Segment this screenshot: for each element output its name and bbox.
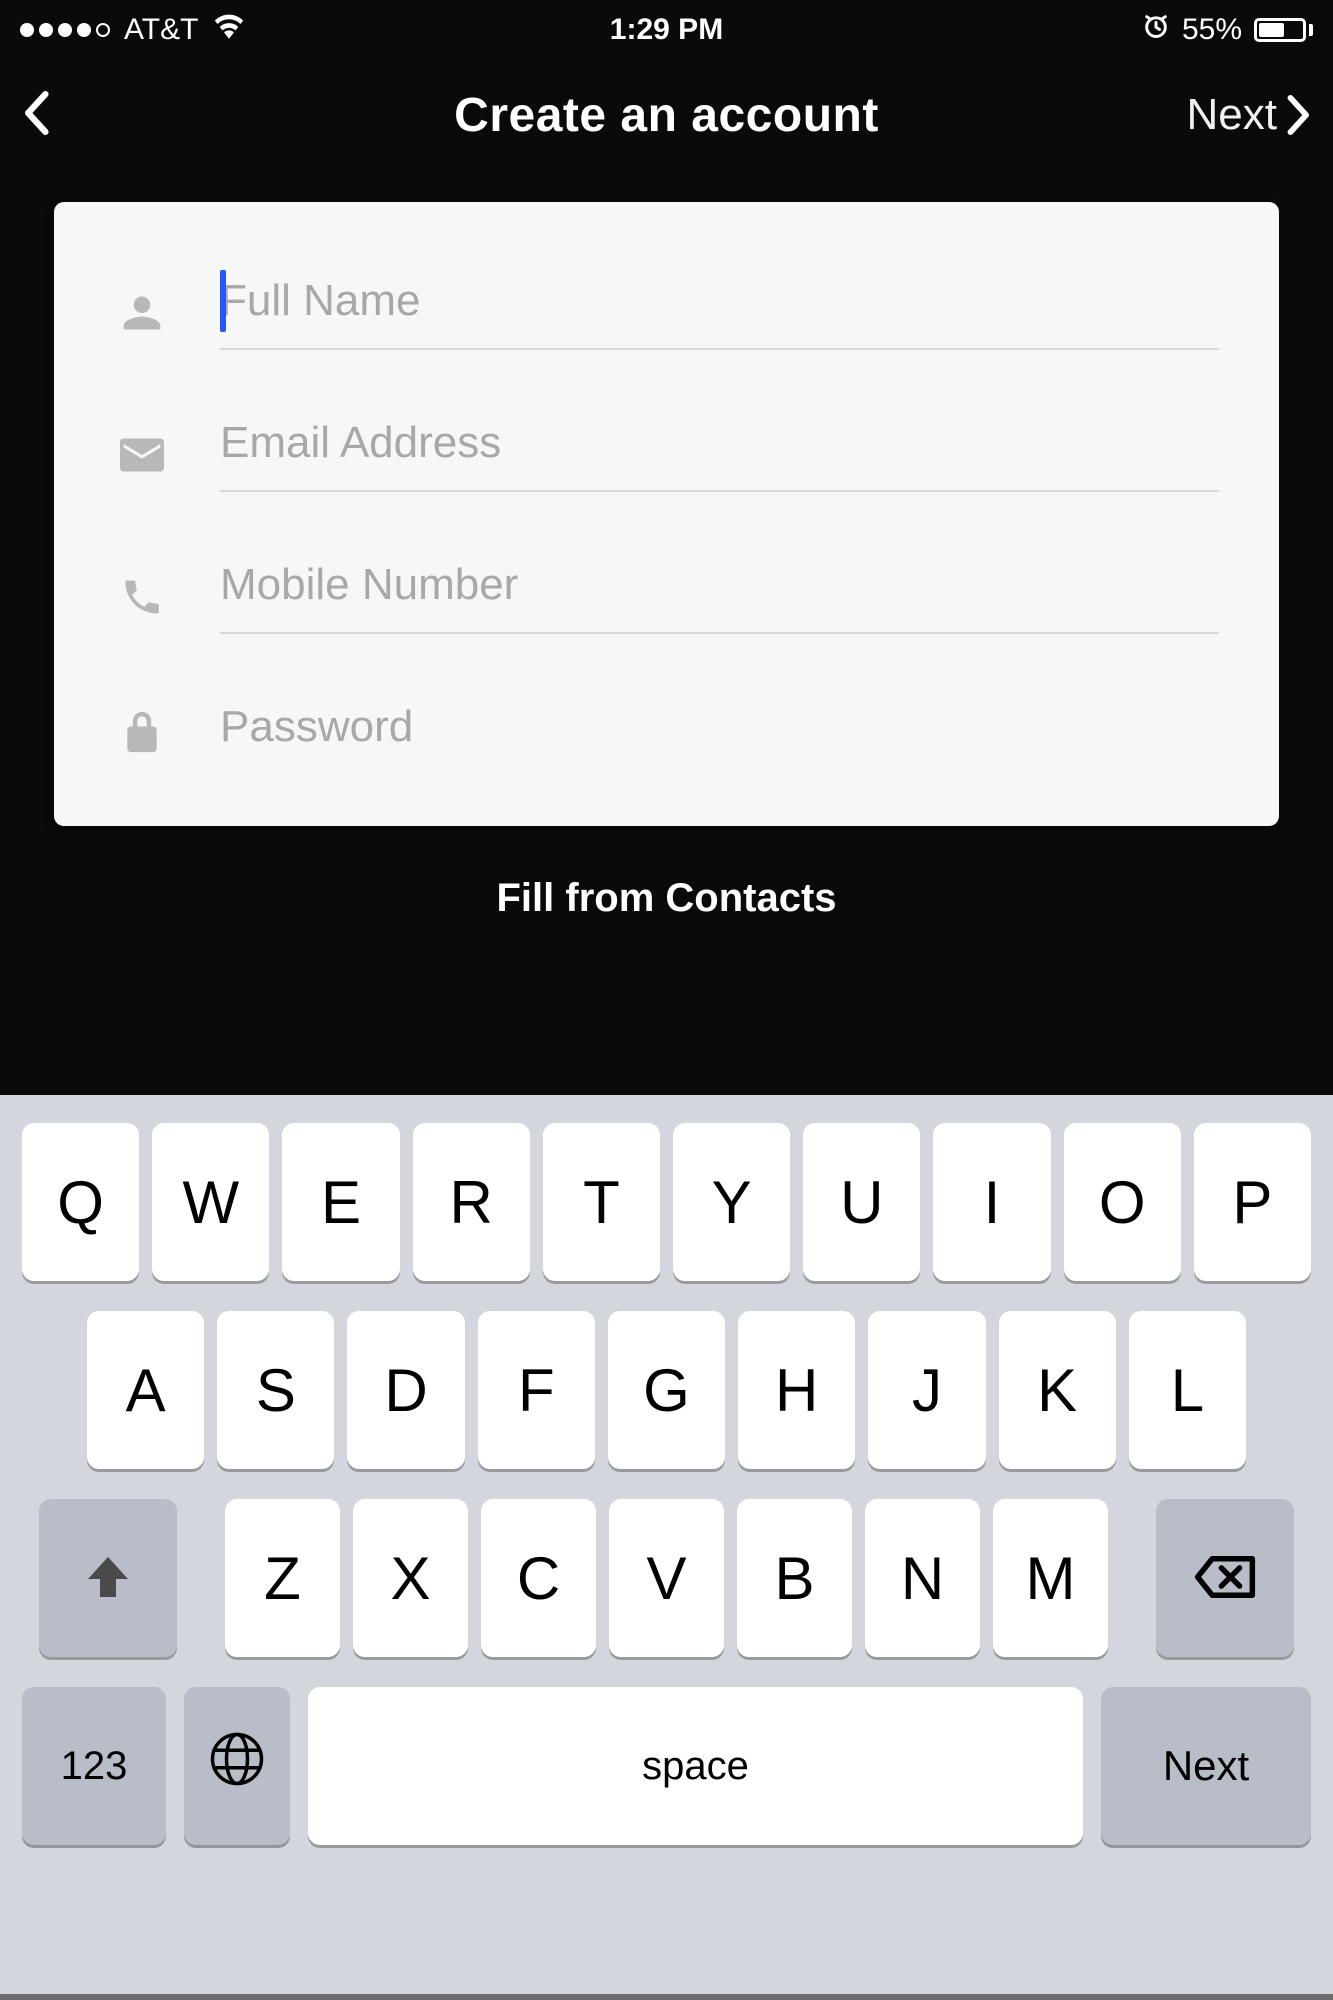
key-numeric[interactable]: 123 [22,1687,166,1845]
alarm-icon [1142,12,1170,48]
text-cursor [220,270,226,332]
key-f[interactable]: F [478,1311,595,1469]
key-x[interactable]: X [353,1499,468,1657]
email-row [114,384,1219,526]
password-row [114,668,1219,796]
globe-icon [209,1731,265,1801]
signup-form-card [54,202,1279,826]
keyboard-row-2: A S D F G H J K L [0,1311,1333,1469]
backspace-icon [1194,1544,1256,1613]
shift-icon [84,1544,132,1613]
mobile-number-input[interactable] [220,560,1219,610]
password-input[interactable] [220,702,1219,752]
email-input[interactable] [220,418,1219,468]
envelope-icon [114,433,170,477]
key-n[interactable]: N [865,1499,980,1657]
key-z[interactable]: Z [225,1499,340,1657]
next-button[interactable]: Next [1187,90,1311,140]
key-t[interactable]: T [543,1123,660,1281]
lock-icon [114,710,170,754]
keyboard-row-3: Z X C V B N M [0,1499,1333,1657]
key-globe[interactable] [184,1687,290,1845]
key-y[interactable]: Y [673,1123,790,1281]
fill-from-contacts-button[interactable]: Fill from Contacts [0,876,1333,924]
key-s[interactable]: S [217,1311,334,1469]
full-name-row [114,242,1219,384]
key-e[interactable]: E [282,1123,399,1281]
key-o[interactable]: O [1064,1123,1181,1281]
key-i[interactable]: I [933,1123,1050,1281]
key-a[interactable]: A [87,1311,204,1469]
key-g[interactable]: G [608,1311,725,1469]
key-p[interactable]: P [1194,1123,1311,1281]
key-w[interactable]: W [152,1123,269,1281]
key-b[interactable]: B [737,1499,852,1657]
key-m[interactable]: M [993,1499,1108,1657]
mobile-row [114,526,1219,668]
battery-icon [1254,18,1313,42]
bottom-bar [0,1994,1333,2000]
status-bar: AT&T 1:29 PM 55% [0,0,1333,60]
next-label: Next [1187,90,1277,140]
chevron-left-icon [22,91,50,135]
chevron-right-icon [1287,95,1311,135]
person-icon [114,291,170,335]
full-name-input[interactable] [220,276,1219,326]
key-c[interactable]: C [481,1499,596,1657]
key-u[interactable]: U [803,1123,920,1281]
keyboard-row-1: Q W E R T Y U I O P [0,1123,1333,1281]
back-button[interactable] [22,91,50,140]
key-return[interactable]: Next [1101,1687,1311,1845]
key-k[interactable]: K [999,1311,1116,1469]
phone-icon [114,575,170,619]
signal-strength-icon [20,23,110,37]
key-h[interactable]: H [738,1311,855,1469]
wifi-icon [212,13,246,47]
key-space[interactable]: space [308,1687,1083,1845]
key-backspace[interactable] [1156,1499,1294,1657]
key-shift[interactable] [39,1499,177,1657]
on-screen-keyboard: Q W E R T Y U I O P A S D F G H J K L Z … [0,1095,1333,2000]
key-r[interactable]: R [413,1123,530,1281]
key-q[interactable]: Q [22,1123,139,1281]
page-title: Create an account [454,88,879,143]
key-d[interactable]: D [347,1311,464,1469]
key-j[interactable]: J [868,1311,985,1469]
key-l[interactable]: L [1129,1311,1246,1469]
battery-percent: 55% [1182,13,1242,47]
status-left: AT&T [20,13,246,47]
carrier-label: AT&T [124,13,198,47]
nav-bar: Create an account Next [0,60,1333,170]
keyboard-row-4: 123 space Next [0,1687,1333,1845]
status-right: 55% [1142,12,1313,48]
status-time: 1:29 PM [610,13,723,47]
key-v[interactable]: V [609,1499,724,1657]
